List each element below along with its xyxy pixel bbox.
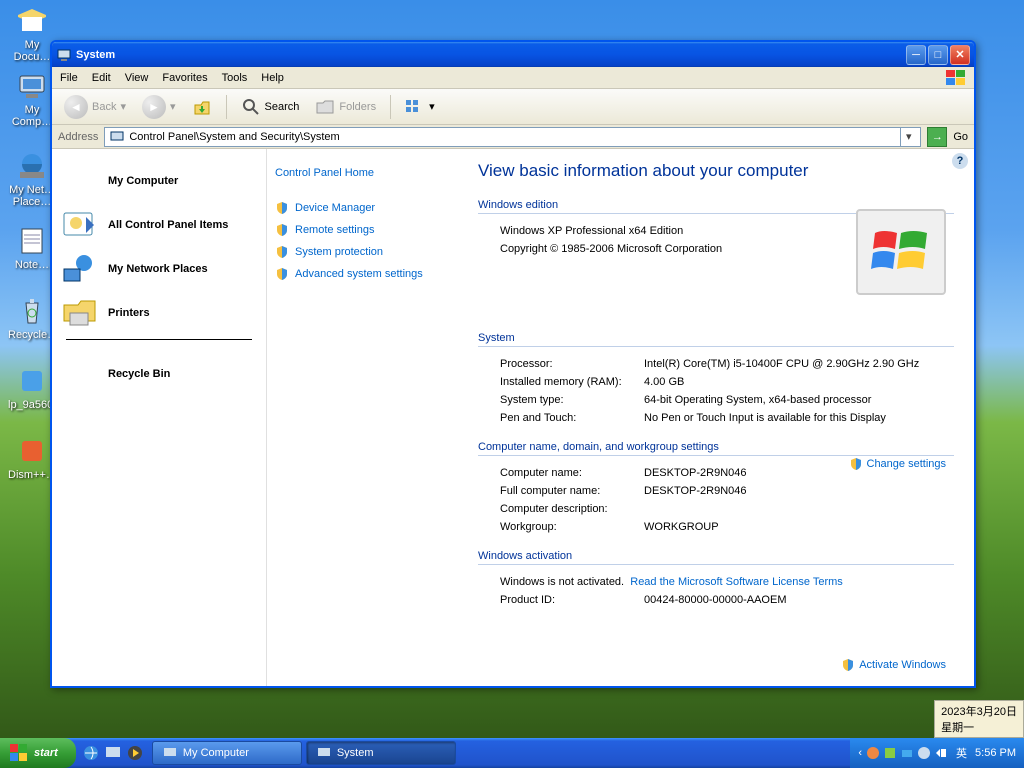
menubar: File Edit View Favorites Tools Help bbox=[52, 67, 974, 89]
lp-printers[interactable]: Printers bbox=[56, 291, 262, 335]
info-row: Pen and Touch:No Pen or Touch Input is a… bbox=[500, 409, 954, 427]
page-title: View basic information about your comput… bbox=[478, 161, 954, 181]
shield-icon bbox=[275, 267, 289, 281]
lp-divider bbox=[66, 339, 252, 340]
content-area: My Computer All Control Panel Items My N… bbox=[52, 149, 974, 686]
taskbar: start My Computer System ‹ 英 5:56 PM bbox=[0, 738, 1024, 768]
left-panel: My Computer All Control Panel Items My N… bbox=[52, 149, 266, 686]
system-window: System ─ □ ✕ File Edit View Favorites To… bbox=[50, 40, 976, 688]
tray-lang[interactable]: 英 bbox=[956, 745, 967, 761]
nav-advanced[interactable]: Advanced system settings bbox=[275, 263, 458, 285]
desktop-icon-netplaces[interactable]: My Net… Place… bbox=[8, 150, 56, 208]
tray-icon[interactable] bbox=[883, 746, 897, 760]
desktop-icon-notepad[interactable]: Note… bbox=[8, 225, 56, 271]
nav-device-manager[interactable]: Device Manager bbox=[275, 197, 458, 219]
search-button[interactable]: Search bbox=[235, 95, 306, 119]
help-button[interactable]: ? bbox=[952, 153, 968, 169]
forward-button[interactable]: ► ▾ bbox=[136, 93, 182, 121]
shield-icon bbox=[841, 658, 855, 672]
maximize-button[interactable]: □ bbox=[928, 45, 948, 65]
task-mycomputer[interactable]: My Computer bbox=[152, 741, 302, 765]
section-system: System bbox=[478, 332, 954, 347]
menu-view[interactable]: View bbox=[125, 72, 149, 84]
tray-icon[interactable] bbox=[917, 746, 931, 760]
desktop-icon-mydocs[interactable]: My Docu… bbox=[8, 5, 56, 63]
menu-favorites[interactable]: Favorites bbox=[162, 72, 207, 84]
system-icon bbox=[56, 47, 72, 63]
ql-ie-icon[interactable] bbox=[82, 744, 100, 762]
close-button[interactable]: ✕ bbox=[950, 45, 970, 65]
menu-tools[interactable]: Tools bbox=[222, 72, 248, 84]
menu-edit[interactable]: Edit bbox=[92, 72, 111, 84]
shield-icon bbox=[275, 245, 289, 259]
windows-flag-icon bbox=[946, 70, 966, 86]
desktop-icon-mycomp[interactable]: My Comp… bbox=[8, 70, 56, 128]
activation-status: Windows is not activated. bbox=[500, 576, 624, 588]
section-name: Computer name, domain, and workgroup set… bbox=[478, 441, 954, 456]
lp-controlpanel[interactable]: All Control Panel Items bbox=[56, 203, 262, 247]
task-system[interactable]: System bbox=[306, 741, 456, 765]
change-settings-link[interactable]: Change settings bbox=[849, 457, 947, 471]
address-label: Address bbox=[58, 131, 98, 143]
product-id-value: 00424-80000-00000-AAOEM bbox=[644, 594, 786, 606]
start-button[interactable]: start bbox=[0, 738, 76, 768]
section-activation: Windows activation bbox=[478, 550, 954, 565]
menu-file[interactable]: File bbox=[60, 72, 78, 84]
titlebar[interactable]: System ─ □ ✕ bbox=[52, 42, 974, 67]
info-row: Computer description: bbox=[500, 500, 954, 518]
window-title: System bbox=[76, 49, 906, 61]
lp-recyclebin[interactable]: Recycle Bin bbox=[56, 352, 262, 396]
info-row: System type:64-bit Operating System, x64… bbox=[500, 391, 954, 409]
shield-icon bbox=[849, 457, 863, 471]
desktop-icon-dism[interactable]: Dism++… bbox=[8, 435, 56, 481]
shield-icon bbox=[275, 201, 289, 215]
ql-media-icon[interactable] bbox=[126, 744, 144, 762]
menu-help[interactable]: Help bbox=[261, 72, 284, 84]
address-dropdown[interactable]: ▾ bbox=[900, 128, 916, 146]
windows-logo bbox=[856, 209, 946, 295]
toolbar: ◄Back ▾ ► ▾ Search Folders ▾ bbox=[52, 89, 974, 125]
go-button[interactable]: → bbox=[927, 127, 947, 147]
folders-button[interactable]: Folders bbox=[309, 95, 382, 119]
info-row: Workgroup:WORKGROUP bbox=[500, 518, 954, 536]
up-button[interactable] bbox=[186, 95, 218, 119]
views-button[interactable]: ▾ bbox=[399, 97, 441, 117]
tray-icon[interactable] bbox=[900, 746, 914, 760]
lp-mycomputer[interactable]: My Computer bbox=[56, 159, 262, 203]
address-icon bbox=[109, 129, 125, 145]
info-row: Processor:Intel(R) Core(TM) i5-10400F CP… bbox=[500, 355, 954, 373]
license-terms-link[interactable]: Read the Microsoft Software License Term… bbox=[630, 576, 843, 588]
nav-home[interactable]: Control Panel Home bbox=[275, 163, 458, 183]
desktop-icon-lp[interactable]: lp_9a560… bbox=[8, 365, 56, 411]
ql-desktop-icon[interactable] bbox=[104, 744, 122, 762]
nav-remote[interactable]: Remote settings bbox=[275, 219, 458, 241]
tray-icon[interactable] bbox=[866, 746, 880, 760]
nav-protection[interactable]: System protection bbox=[275, 241, 458, 263]
start-icon bbox=[10, 744, 28, 762]
date-tooltip: 2023年3月20日 星期一 bbox=[934, 700, 1024, 738]
activate-windows-link[interactable]: Activate Windows bbox=[841, 658, 946, 672]
shield-icon bbox=[275, 223, 289, 237]
lp-netplaces[interactable]: My Network Places bbox=[56, 247, 262, 291]
quicklaunch bbox=[76, 744, 150, 762]
minimize-button[interactable]: ─ bbox=[906, 45, 926, 65]
desktop-icon-recycle[interactable]: Recycle… bbox=[8, 295, 56, 341]
address-input[interactable]: Control Panel\System and Security\System… bbox=[104, 127, 921, 147]
info-row: Full computer name:DESKTOP-2R9N046 bbox=[500, 482, 954, 500]
tray-icon[interactable] bbox=[934, 746, 948, 760]
tray-clock[interactable]: 5:56 PM bbox=[975, 747, 1016, 759]
nav-panel: Control Panel Home Device Manager Remote… bbox=[266, 149, 466, 686]
info-row: Installed memory (RAM):4.00 GB bbox=[500, 373, 954, 391]
systray: ‹ 英 5:56 PM bbox=[850, 738, 1024, 768]
addressbar: Address Control Panel\System and Securit… bbox=[52, 125, 974, 149]
main-panel: ? View basic information about your comp… bbox=[466, 149, 974, 686]
go-label: Go bbox=[953, 131, 968, 143]
tray-expand[interactable]: ‹ bbox=[858, 747, 862, 759]
back-button[interactable]: ◄Back ▾ bbox=[58, 93, 132, 121]
product-id-label: Product ID: bbox=[500, 594, 644, 606]
